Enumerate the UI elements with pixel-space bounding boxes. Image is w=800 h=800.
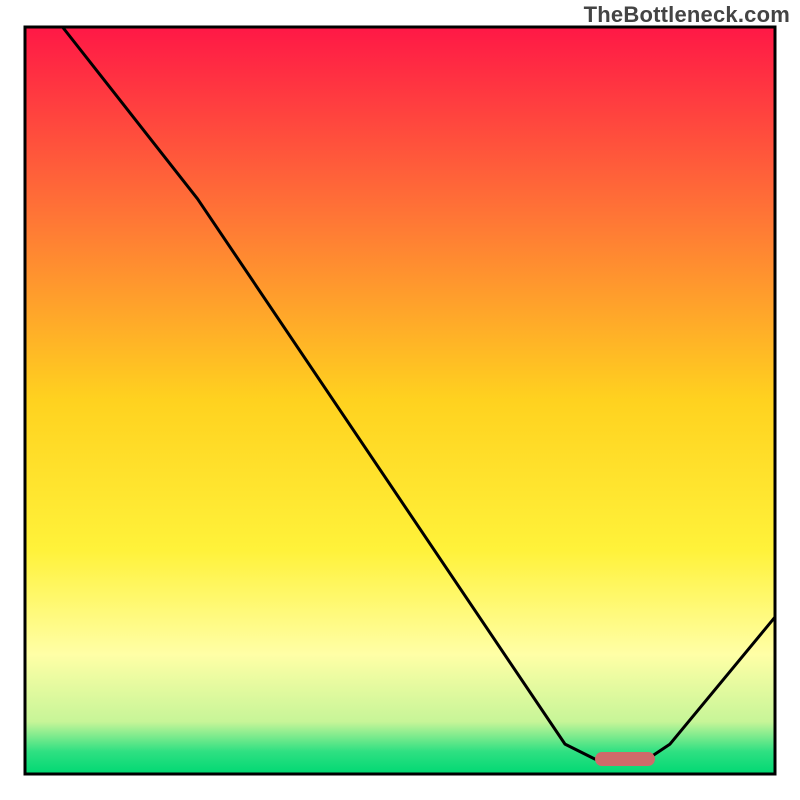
plot-background — [25, 27, 775, 774]
bottleneck-chart — [0, 0, 800, 800]
chart-container: TheBottleneck.com — [0, 0, 800, 800]
optimal-zone-marker — [595, 752, 655, 766]
watermark-label: TheBottleneck.com — [584, 2, 790, 28]
